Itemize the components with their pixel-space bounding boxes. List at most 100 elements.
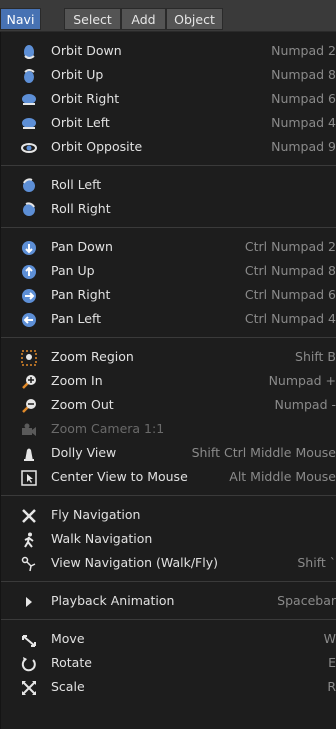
menu-item-pan-down[interactable]: Pan Down Ctrl Numpad 2 <box>1 236 336 260</box>
roll-right-icon <box>23 202 35 216</box>
play-icon <box>26 597 32 607</box>
menu-item-shortcut: R <box>327 679 336 694</box>
menu-item-label: Orbit Left <box>51 115 110 130</box>
menu-item-label: Orbit Down <box>51 43 122 58</box>
menu-separator <box>1 227 336 228</box>
view-navigation-icon <box>21 556 36 572</box>
menu-item-zoom-camera[interactable]: Zoom Camera 1:1 <box>1 418 336 442</box>
menu-item-label: Orbit Up <box>51 67 104 82</box>
tab-add[interactable]: Add <box>121 8 166 30</box>
menu-item-label: Walk Navigation <box>51 531 153 546</box>
menu-item-shortcut: Shift Ctrl Middle Mouse <box>191 445 336 460</box>
zoom-region-icon <box>21 350 37 366</box>
menu-item-zoom-out[interactable]: Zoom Out Numpad - <box>1 394 336 418</box>
tab-object[interactable]: Object <box>166 8 223 30</box>
center-view-icon <box>21 470 37 486</box>
menu-item-shortcut: Shift ` <box>297 555 336 570</box>
pan-right-icon <box>22 289 36 303</box>
menu-separator <box>1 581 336 582</box>
menu-item-roll-right[interactable]: Roll Right <box>1 198 336 222</box>
orbit-up-icon <box>24 69 35 83</box>
menu-item-zoom-region[interactable]: Zoom Region Shift B <box>1 346 336 370</box>
menu-item-shortcut: E <box>328 655 336 670</box>
navigation-dropdown-menu: Orbit Down Numpad 2 Orbit Up Numpad 8 Or… <box>0 32 336 729</box>
menu-item-shortcut: Numpad 8 <box>271 67 336 82</box>
menu-item-label: Scale <box>51 679 85 694</box>
menu-item-pan-up[interactable]: Pan Up Ctrl Numpad 8 <box>1 260 336 284</box>
tab-navi[interactable]: Navi <box>0 8 41 30</box>
menu-item-label: Pan Left <box>51 311 102 326</box>
menu-item-center-view-to-mouse[interactable]: Center View to Mouse Alt Middle Mouse <box>1 466 336 490</box>
menu-item-orbit-up[interactable]: Orbit Up Numpad 8 <box>1 64 336 88</box>
menu-item-shortcut: Numpad 6 <box>271 91 336 106</box>
menu-item-label: Pan Down <box>51 239 113 254</box>
menu-item-shortcut: Numpad + <box>268 373 336 388</box>
menu-item-shortcut: Numpad 9 <box>271 139 336 154</box>
zoom-camera-icon <box>22 423 36 436</box>
dolly-view-icon <box>24 448 34 461</box>
menu-item-label: Roll Left <box>51 177 102 192</box>
menu-item-shortcut: Ctrl Numpad 2 <box>244 239 336 254</box>
menu-item-label: Pan Up <box>51 263 95 278</box>
menu-item-label: Dolly View <box>51 445 117 460</box>
menu-separator <box>1 619 336 620</box>
rotate-icon <box>21 657 36 672</box>
menu-item-label: Fly Navigation <box>51 507 141 522</box>
orbit-down-icon <box>24 45 35 59</box>
menu-item-dolly-view[interactable]: Dolly View Shift Ctrl Middle Mouse <box>1 442 336 466</box>
menu-item-label: Orbit Right <box>51 91 120 106</box>
menu-item-shortcut: Numpad - <box>274 397 336 412</box>
scale-icon <box>22 681 36 695</box>
orbit-left-icon <box>22 118 36 129</box>
menu-item-label: Pan Right <box>51 287 111 302</box>
zoom-in-icon <box>22 375 36 389</box>
menu-item-orbit-opposite[interactable]: Orbit Opposite Numpad 9 <box>1 136 336 160</box>
menu-item-label: Zoom In <box>51 373 103 388</box>
menu-separator <box>1 495 336 496</box>
orbit-right-icon <box>22 94 36 105</box>
menu-bar: Navi Select Add Object <box>0 0 336 32</box>
menu-item-playback-animation[interactable]: Playback Animation Spacebar <box>1 590 336 614</box>
menu-item-shortcut: Ctrl Numpad 4 <box>244 311 336 326</box>
menu-item-pan-left[interactable]: Pan Left Ctrl Numpad 4 <box>1 308 336 332</box>
menu-item-label: Center View to Mouse <box>51 469 188 484</box>
pan-down-icon <box>22 241 36 255</box>
menu-item-label: Rotate <box>51 655 92 670</box>
menu-item-pan-right[interactable]: Pan Right Ctrl Numpad 6 <box>1 284 336 308</box>
menu-item-roll-left[interactable]: Roll Left <box>1 174 336 198</box>
menu-item-zoom-in[interactable]: Zoom In Numpad + <box>1 370 336 394</box>
menu-item-shortcut: Shift B <box>295 349 336 364</box>
menu-item-scale[interactable]: Scale R <box>1 676 336 700</box>
pan-left-icon <box>22 313 36 327</box>
menu-item-view-navigation[interactable]: View Navigation (Walk/Fly) Shift ` <box>1 552 336 576</box>
menu-item-shortcut: Alt Middle Mouse <box>229 469 336 484</box>
menu-item-orbit-down[interactable]: Orbit Down Numpad 2 <box>1 40 336 64</box>
menu-item-shortcut: Ctrl Numpad 8 <box>244 263 336 278</box>
menu-item-shortcut: Numpad 4 <box>271 115 336 130</box>
menu-item-label: Zoom Region <box>51 349 134 364</box>
menu-item-walk-navigation[interactable]: Walk Navigation <box>1 528 336 552</box>
tab-select[interactable]: Select <box>64 8 121 30</box>
menu-separator <box>1 165 336 166</box>
move-icon <box>22 635 36 647</box>
menu-item-label: Orbit Opposite <box>51 139 143 154</box>
menu-item-shortcut: Spacebar <box>277 593 336 608</box>
menu-item-label: Playback Animation <box>51 593 175 608</box>
menu-item-label: Zoom Out <box>51 397 114 412</box>
menu-separator <box>1 337 336 338</box>
menu-item-rotate[interactable]: Rotate E <box>1 652 336 676</box>
blender-view-menu-screenshot: Navi Select Add Object Orbit Down Numpad… <box>0 0 336 729</box>
menu-item-orbit-right[interactable]: Orbit Right Numpad 6 <box>1 88 336 112</box>
menu-item-fly-navigation[interactable]: Fly Navigation <box>1 504 336 528</box>
menu-item-label: Zoom Camera 1:1 <box>51 421 165 436</box>
menu-item-move[interactable]: Move W <box>1 628 336 652</box>
menu-item-shortcut: Ctrl Numpad 6 <box>244 287 336 302</box>
roll-left-icon <box>23 178 35 192</box>
menu-item-label: Move <box>51 631 85 646</box>
menu-item-shortcut: Numpad 2 <box>271 43 336 58</box>
menu-item-shortcut: W <box>323 631 336 646</box>
zoom-out-icon <box>22 399 36 413</box>
menu-item-label: View Navigation (Walk/Fly) <box>51 555 218 570</box>
menu-item-orbit-left[interactable]: Orbit Left Numpad 4 <box>1 112 336 136</box>
menu-item-label: Roll Right <box>51 201 111 216</box>
